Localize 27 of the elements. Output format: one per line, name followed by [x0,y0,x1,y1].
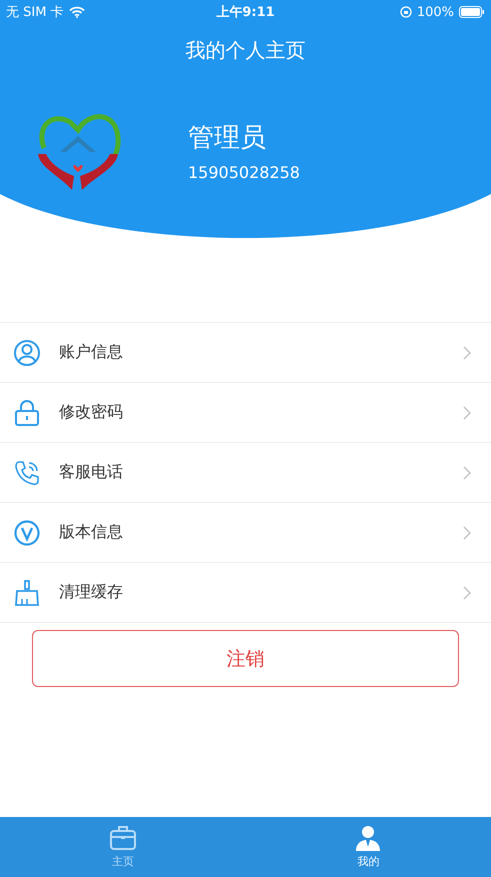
user-icon [13,338,41,366]
person-icon [354,825,382,851]
logout-button[interactable]: 注销 [32,630,459,687]
phone-icon [13,458,41,486]
v-circle-icon [13,518,41,546]
chevron-right-icon [463,406,471,420]
menu-item[interactable]: 客服电话 [0,443,491,503]
phone-number: 15905028258 [188,163,300,182]
chevron-right-icon [463,466,471,480]
menu-item[interactable]: 版本信息 [0,503,491,563]
page-title: 我的个人主页 [184,37,306,64]
wifi-icon [68,6,85,18]
carrier-text: 无 SIM 卡 [6,4,64,21]
menu-item[interactable]: 账户信息 [0,323,491,383]
lock-icon [13,398,41,426]
menu-item[interactable]: 修改密码 [0,383,491,443]
chevron-right-icon [463,346,471,360]
clock-text: 上午9:11 [216,4,275,21]
user-name: 管理员 [188,122,267,155]
battery-icon [459,6,485,18]
menu-item[interactable]: 清理缓存 [0,563,491,623]
chevron-right-icon [463,526,471,540]
battery-text: 100% [416,4,454,20]
chevron-right-icon [463,586,471,600]
broom-icon [13,578,41,606]
briefcase-icon [108,825,137,851]
rotation-lock-icon [400,6,412,18]
